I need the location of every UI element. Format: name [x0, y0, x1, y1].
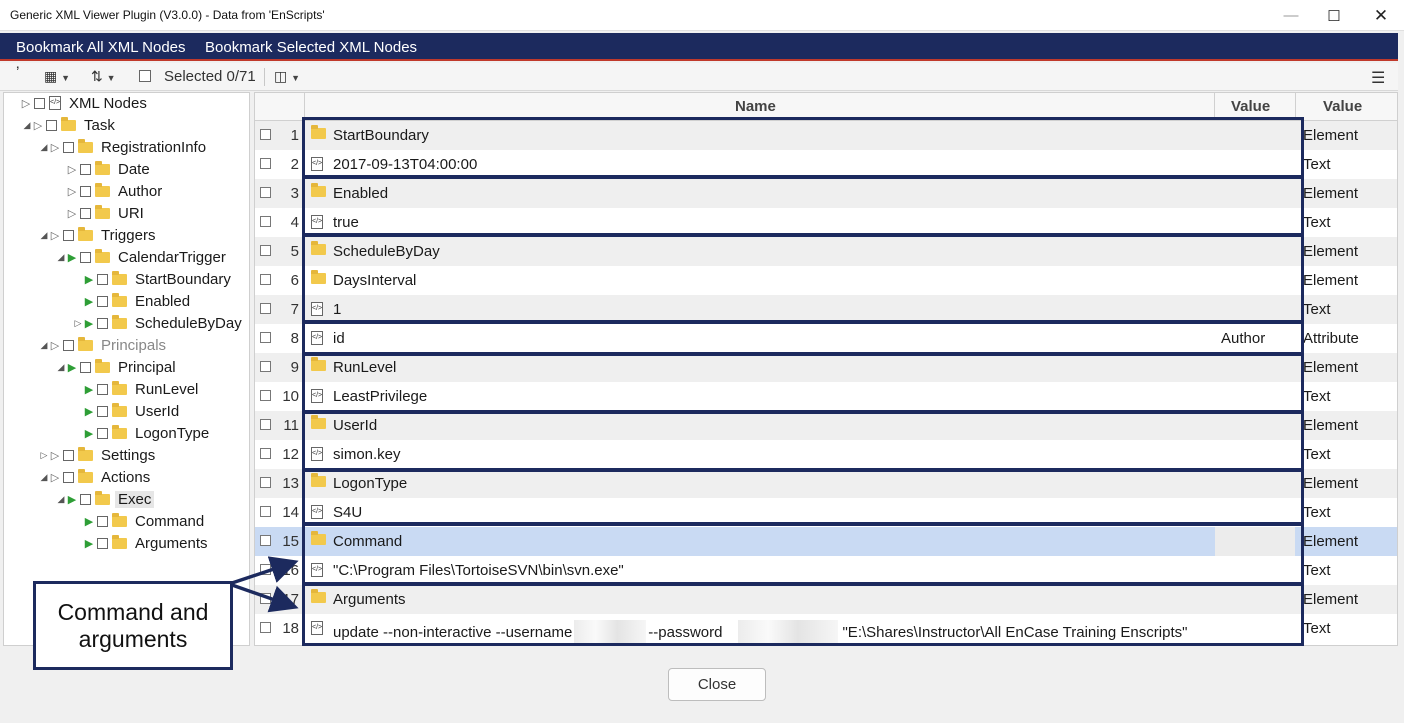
callout-line-2: arguments: [78, 625, 188, 652]
callout-line-1: Command and: [57, 598, 209, 625]
close-button[interactable]: Close: [668, 668, 766, 701]
callout-box: Command and arguments: [33, 581, 233, 670]
